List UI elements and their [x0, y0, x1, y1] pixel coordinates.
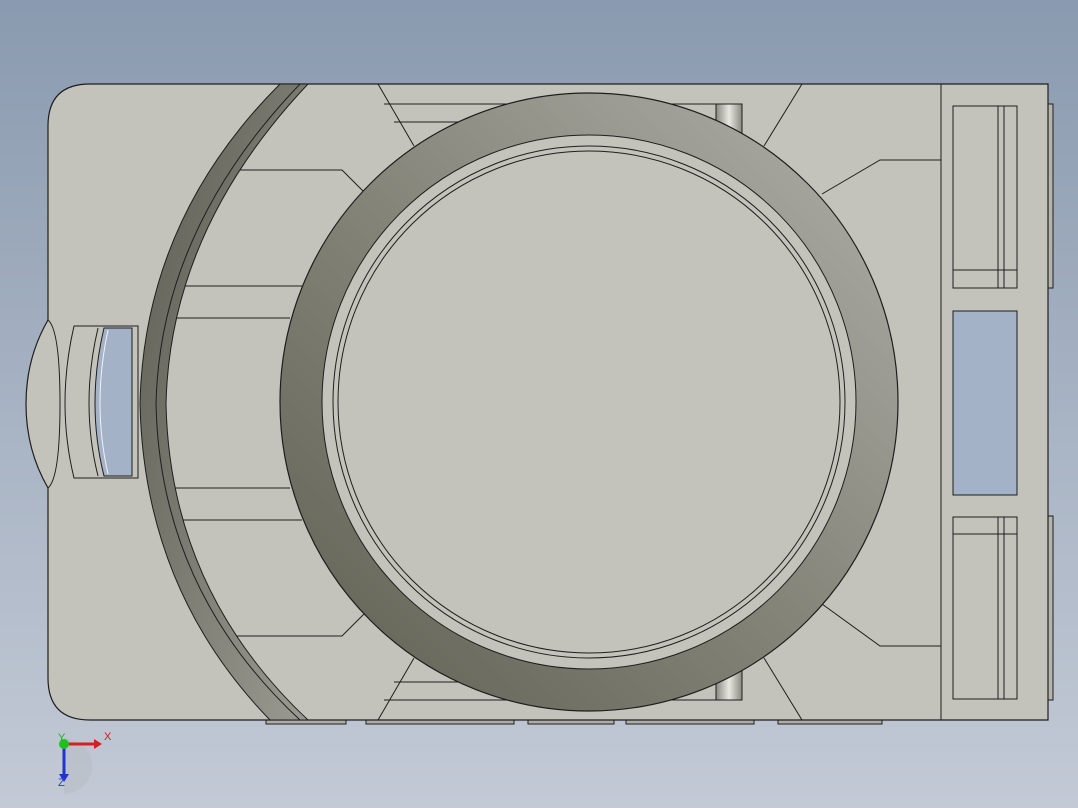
right-side-tabs [1047, 103, 1054, 701]
center-plate [337, 150, 841, 654]
graphics-viewport[interactable]: X Y Z [0, 0, 1078, 808]
orientation-triad[interactable]: X Y Z [40, 728, 130, 798]
part-model[interactable] [0, 0, 1078, 808]
x-axis-label: X [104, 731, 112, 743]
right-pocket-top [952, 105, 1018, 289]
right-window [952, 310, 1018, 496]
right-pockets [952, 105, 1018, 700]
left-lens-window [94, 327, 133, 477]
right-pocket-bottom [952, 516, 1018, 700]
triad-graphic [59, 738, 102, 794]
y-axis-label: Y [58, 732, 66, 744]
z-axis-label: Z [58, 777, 65, 789]
